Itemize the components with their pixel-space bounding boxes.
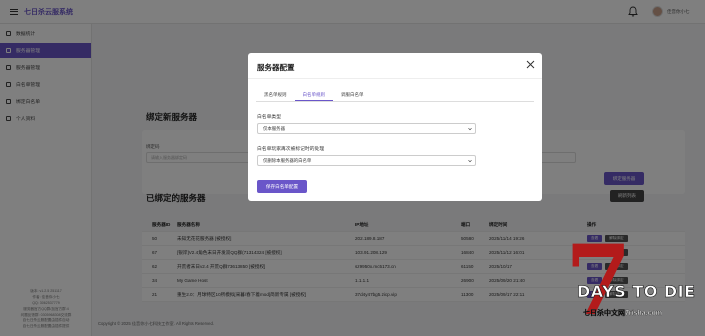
tab-whitelist-rules[interactable]: 白名单规则 — [294, 90, 333, 101]
modal-tabs: 黑名单规则 白名单规则 调服白名单 — [256, 90, 534, 102]
server-config-modal: 服务器配置 黑名单规则 白名单规则 调服白名单 白名单类型 仅本服务器 白名单玩… — [248, 53, 542, 201]
close-icon[interactable] — [526, 60, 535, 69]
save-whitelist-config-button[interactable]: 保存白名单配置 — [257, 180, 307, 193]
whitelist-type-label: 白名单类型 — [257, 115, 281, 120]
chevron-down-icon — [468, 159, 472, 163]
watermark-logo: 7 DAYS TO DIE 七日杀中文网7risha.com — [565, 233, 705, 336]
watermark-subtitle: 七日杀中文网7risha.com — [583, 310, 662, 317]
whitelist-type-select[interactable]: 仅本服务器 — [257, 123, 476, 134]
remark-handling-select[interactable]: 仅删除本服务器的白名单 — [257, 155, 476, 166]
remark-handling-value: 仅删除本服务器的白名单 — [263, 158, 312, 163]
remark-handling-label: 白名单玩家再次被标记时的处理 — [257, 147, 325, 152]
watermark-title: DAYS TO DIE — [577, 282, 696, 302]
modal-title: 服务器配置 — [257, 63, 295, 72]
whitelist-type-value: 仅本服务器 — [263, 126, 285, 131]
modal-divider — [248, 78, 542, 79]
tab-transfer-whitelist[interactable]: 调服白名单 — [333, 90, 372, 101]
tab-blacklist-rules[interactable]: 黑名单规则 — [256, 90, 295, 101]
chevron-down-icon — [468, 127, 472, 131]
